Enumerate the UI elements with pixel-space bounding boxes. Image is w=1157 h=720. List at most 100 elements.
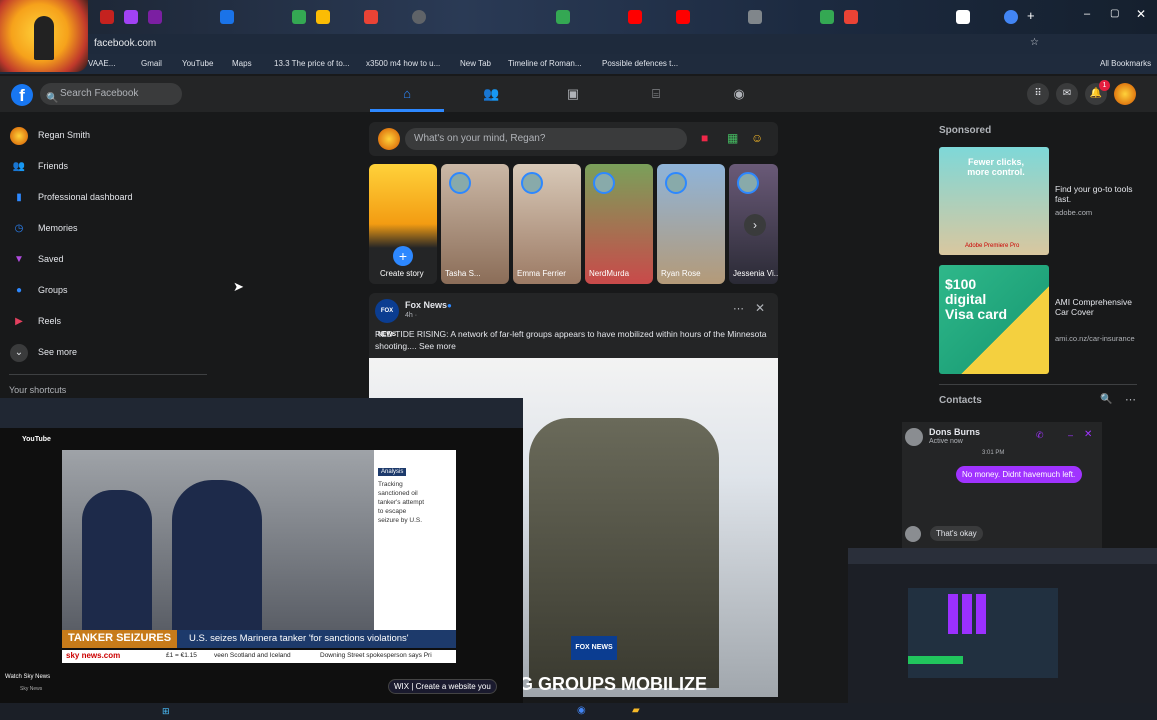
ad-domain[interactable]: ami.co.nz/car-insurance (1055, 334, 1135, 343)
facebook-logo-icon[interactable]: f (11, 84, 33, 106)
tab-favicon-icon[interactable] (1004, 10, 1018, 24)
analysis-tag: Analysis (378, 468, 407, 476)
avatar (905, 526, 921, 542)
address-bar[interactable]: facebook.com ☆ (0, 34, 1157, 54)
verified-icon: ● (447, 301, 452, 310)
bookmark-item[interactable]: Possible defences t... (602, 59, 678, 68)
tab-favicon-icon[interactable] (556, 10, 570, 24)
bookmark-item[interactable]: Gmail (141, 59, 162, 68)
contacts-more-icon[interactable]: ⋯ (1125, 393, 1136, 406)
ad-domain[interactable]: adobe.com (1055, 208, 1092, 217)
url-text[interactable]: facebook.com (94, 38, 156, 49)
bookmark-item[interactable]: Maps (232, 59, 252, 68)
all-bookmarks[interactable]: All Bookmarks (1100, 59, 1151, 68)
marketplace-nav-icon[interactable]: ⌸ (649, 86, 663, 101)
photo-icon[interactable]: ▦ (727, 131, 738, 145)
dashboard-icon: ▮ (16, 192, 22, 203)
live-video-icon[interactable]: ■ (701, 131, 708, 145)
video-nav-icon[interactable]: ▣ (566, 86, 580, 101)
star-icon[interactable]: ☆ (1030, 37, 1039, 48)
tab-favicon-icon[interactable] (820, 10, 834, 24)
browser-tab-strip: + – ▢ ✕ (0, 0, 1157, 34)
story-label: Tasha S... (445, 269, 481, 278)
windows-start-icon[interactable]: ⊞ (162, 706, 170, 717)
notification-badge: 1 (1099, 80, 1110, 91)
more-options-icon[interactable]: ⋯ (733, 302, 744, 315)
ad-image-adobe[interactable]: Fewer clicks, more control. Adobe Premie… (939, 147, 1049, 255)
ad-image-ami[interactable]: $100 digital Visa card (939, 265, 1049, 374)
chat-contact-name[interactable]: Dons Burns (929, 427, 980, 437)
soldiers-figure (529, 418, 719, 688)
new-tab-icon[interactable]: + (1027, 8, 1035, 23)
game-board[interactable] (908, 588, 1058, 678)
search-contacts-icon[interactable]: 🔍 (1100, 394, 1112, 405)
story-label: Emma Ferrier (517, 269, 566, 278)
bookmark-item[interactable]: x3500 m4 how to u... (366, 59, 440, 68)
fox-news-logo: FOX NEWS (571, 636, 617, 660)
channel-name[interactable]: Sky News (20, 686, 42, 692)
bookmark-item[interactable]: New Tab (460, 59, 491, 68)
search-placeholder: Search Facebook (60, 88, 139, 99)
menu-grid-icon[interactable]: ⠿ (1027, 83, 1049, 105)
messenger-icon[interactable]: ✉ (1056, 83, 1078, 105)
grid-cells (948, 594, 990, 634)
tab-favicon-icon[interactable] (844, 10, 858, 24)
friends-nav-icon[interactable]: 👥 (483, 86, 499, 101)
ad-headline[interactable]: AMI Comprehensive Car Cover (1055, 297, 1145, 317)
fox-news-avatar[interactable]: FOX NEWS (375, 299, 399, 338)
video-frame[interactable] (62, 450, 374, 630)
bookmark-item[interactable]: Timeline of Roman... (508, 59, 582, 68)
tab-favicon-icon[interactable] (748, 10, 762, 24)
bookmark-item[interactable]: YouTube (182, 59, 213, 68)
bookmark-item[interactable]: VAAE... (88, 59, 115, 68)
bookmark-item[interactable]: 13.3 The price of to... (274, 59, 349, 68)
minimize-icon[interactable]: – (1084, 8, 1090, 20)
story-label: NerdMurda (589, 269, 630, 278)
tab-favicon-icon[interactable] (628, 10, 642, 24)
groups-nav-icon[interactable]: ◉ (732, 86, 746, 101)
tab-favicon-icon[interactable] (676, 10, 690, 24)
call-icon[interactable]: ✆ (1036, 430, 1044, 441)
story-card[interactable]: Emma Ferrier (513, 164, 581, 284)
profile-avatar[interactable] (1114, 83, 1136, 105)
bet-button[interactable] (908, 656, 963, 664)
sidebar-item-label: Memories (38, 223, 78, 233)
tab-favicon-icon[interactable] (316, 10, 330, 24)
incoming-message: That's okay (930, 526, 983, 541)
close-window-icon[interactable]: ✕ (1136, 7, 1146, 21)
video-title[interactable]: Watch Sky News (5, 674, 50, 680)
tab-favicon-icon[interactable] (100, 10, 114, 24)
tab-favicon-icon[interactable] (292, 10, 306, 24)
composer-input[interactable]: What's on your mind, Regan? (405, 128, 687, 150)
post-author[interactable]: Fox News (405, 300, 447, 310)
chrome-icon[interactable]: ◉ (577, 705, 586, 716)
folder-icon[interactable]: ▰ (632, 705, 640, 716)
tab-favicon-icon[interactable] (220, 10, 234, 24)
story-create[interactable]: + Create story (369, 164, 437, 284)
tab-favicon-icon[interactable] (956, 10, 970, 24)
close-chat-icon[interactable]: ✕ (1084, 429, 1092, 440)
ad-headline[interactable]: Find your go-to tools fast. (1055, 184, 1145, 204)
tab-favicon-icon[interactable] (124, 10, 138, 24)
groups-icon: ● (15, 285, 23, 296)
story-card[interactable]: NerdMurda (585, 164, 653, 284)
overlay-browser-chrome (848, 548, 1157, 564)
home-nav-icon[interactable]: ⌂ (400, 86, 414, 101)
person-figure (82, 490, 152, 630)
tab-favicon-icon[interactable] (412, 10, 426, 24)
minimize-chat-icon[interactable]: – (1068, 430, 1073, 440)
story-card[interactable]: Ryan Rose (657, 164, 725, 284)
youtube-logo[interactable]: YouTube (22, 436, 51, 443)
youtube-overlay-window: YouTube Analysis Tracking sanctioned oil… (0, 398, 523, 703)
avatar (449, 172, 471, 194)
tab-favicon-icon[interactable] (364, 10, 378, 24)
feeling-icon[interactable]: ☺ (751, 131, 763, 145)
story-card[interactable]: Tasha S... (441, 164, 509, 284)
tab-favicon-icon[interactable] (148, 10, 162, 24)
maximize-icon[interactable]: ▢ (1110, 8, 1119, 19)
streamer-overlay-image (0, 0, 88, 72)
search-input[interactable]: 🔍 Search Facebook (40, 83, 182, 105)
next-stories-icon[interactable]: › (744, 214, 766, 236)
close-post-icon[interactable]: ✕ (755, 301, 765, 315)
ad-banner[interactable]: WIX | Create a website you (388, 679, 497, 694)
